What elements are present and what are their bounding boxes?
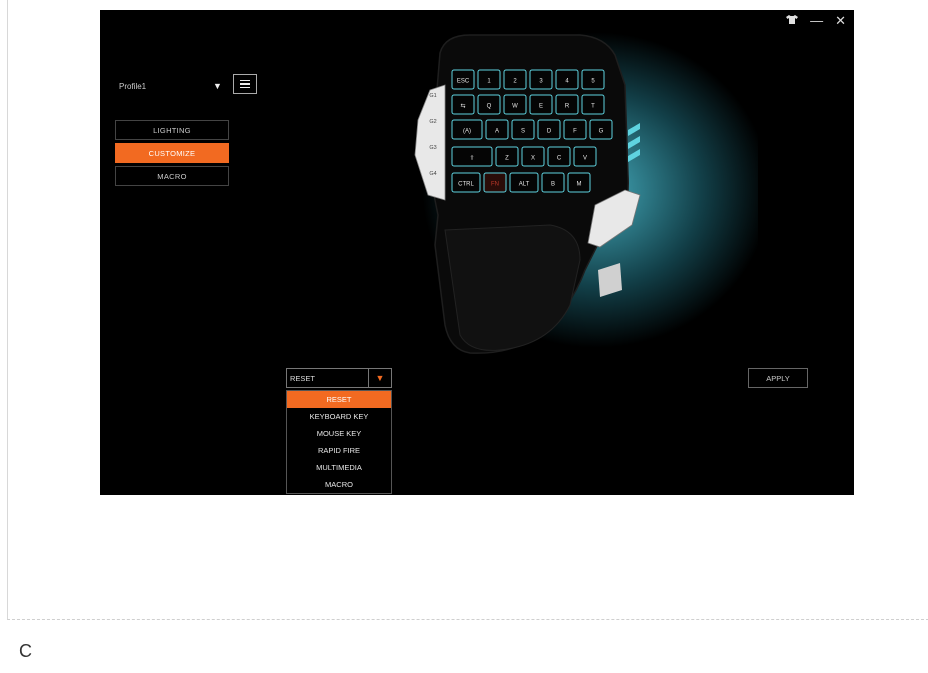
close-button[interactable]: ✕	[835, 14, 846, 28]
dropdown-option-keyboard-key[interactable]: KEYBOARD KEY	[287, 408, 391, 425]
key-label: E	[539, 104, 543, 110]
menu-icon-line	[240, 83, 250, 85]
side-stripes	[628, 123, 640, 162]
profile-select[interactable]: Profile1 ▼	[119, 80, 247, 96]
palm-rest	[444, 224, 581, 351]
dropdown-option-multimedia[interactable]: MULTIMEDIA	[287, 459, 391, 476]
caret-down-icon[interactable]: ▼	[368, 369, 391, 387]
key-label: D	[547, 129, 552, 135]
key-label: V	[583, 156, 587, 162]
key-label: ⇧	[469, 155, 474, 162]
tab-lighting[interactable]: LIGHTING	[115, 120, 229, 140]
apply-button[interactable]: APPLY	[748, 368, 808, 388]
key-label: FN	[491, 182, 499, 188]
key-label: CTRL	[458, 182, 474, 188]
shirt-icon[interactable]	[786, 14, 799, 28]
key-label: ESC	[457, 79, 470, 85]
figure-caption-letter: C	[19, 641, 32, 661]
key-function-dropdown: RESET KEYBOARD KEY MOUSE KEY RAPID FIRE …	[286, 390, 392, 494]
key-label: ⇆	[460, 103, 465, 110]
key-function-select[interactable]: RESET ▼	[286, 368, 392, 388]
dropdown-option-mouse-key[interactable]: MOUSE KEY	[287, 425, 391, 442]
key-label: R	[565, 104, 570, 110]
g-key-1[interactable]: G1	[429, 93, 436, 99]
mode-tabs: LIGHTING CUSTOMIZE MACRO	[115, 120, 229, 189]
minimize-button[interactable]: —	[810, 14, 823, 28]
key-label: F	[573, 129, 577, 135]
gaming-keypad-image: ESC 1 2 3 4 5⇆ Q W E R T(A) A S D F G⇧ Z X C VCTRL FN ALT B M G…	[414, 34, 641, 354]
side-panel	[414, 84, 446, 201]
tab-macro[interactable]: MACRO	[115, 166, 229, 186]
dropdown-option-reset[interactable]: RESET	[287, 391, 391, 408]
key-label: S	[521, 129, 525, 135]
menu-icon-line	[240, 86, 250, 89]
hamburger-menu-button[interactable]	[233, 74, 257, 94]
tab-customize[interactable]: CUSTOMIZE	[115, 143, 229, 163]
key-label: Q	[487, 104, 492, 110]
key-label: M	[577, 182, 582, 188]
g-key-3[interactable]: G3	[429, 145, 436, 151]
key-label: (A)	[463, 129, 471, 135]
key-label: B	[551, 182, 555, 188]
key-label: A	[495, 129, 499, 135]
g-key-4[interactable]: G4	[429, 171, 436, 177]
thumb-grip	[598, 263, 622, 297]
key-label: Z	[505, 156, 509, 162]
app-window: — ✕ Profile1 ▼ LIGHTING CUSTOMIZE MACRO …	[100, 10, 854, 495]
key-label: X	[531, 156, 535, 162]
caret-down-icon[interactable]: ▼	[213, 81, 222, 91]
dropdown-option-rapid-fire[interactable]: RAPID FIRE	[287, 442, 391, 459]
dropdown-option-macro[interactable]: MACRO	[287, 476, 391, 493]
key-label: G	[599, 129, 604, 135]
profile-name: Profile1	[119, 82, 147, 91]
key-label: C	[557, 156, 562, 162]
g-key-2[interactable]: G2	[429, 119, 436, 125]
key-function-value: RESET	[290, 374, 316, 383]
key-label: T	[591, 104, 595, 110]
window-controls: — ✕	[786, 14, 846, 28]
key-label: W	[512, 104, 518, 110]
key-label: ALT	[519, 182, 530, 188]
menu-icon-line	[240, 79, 250, 82]
